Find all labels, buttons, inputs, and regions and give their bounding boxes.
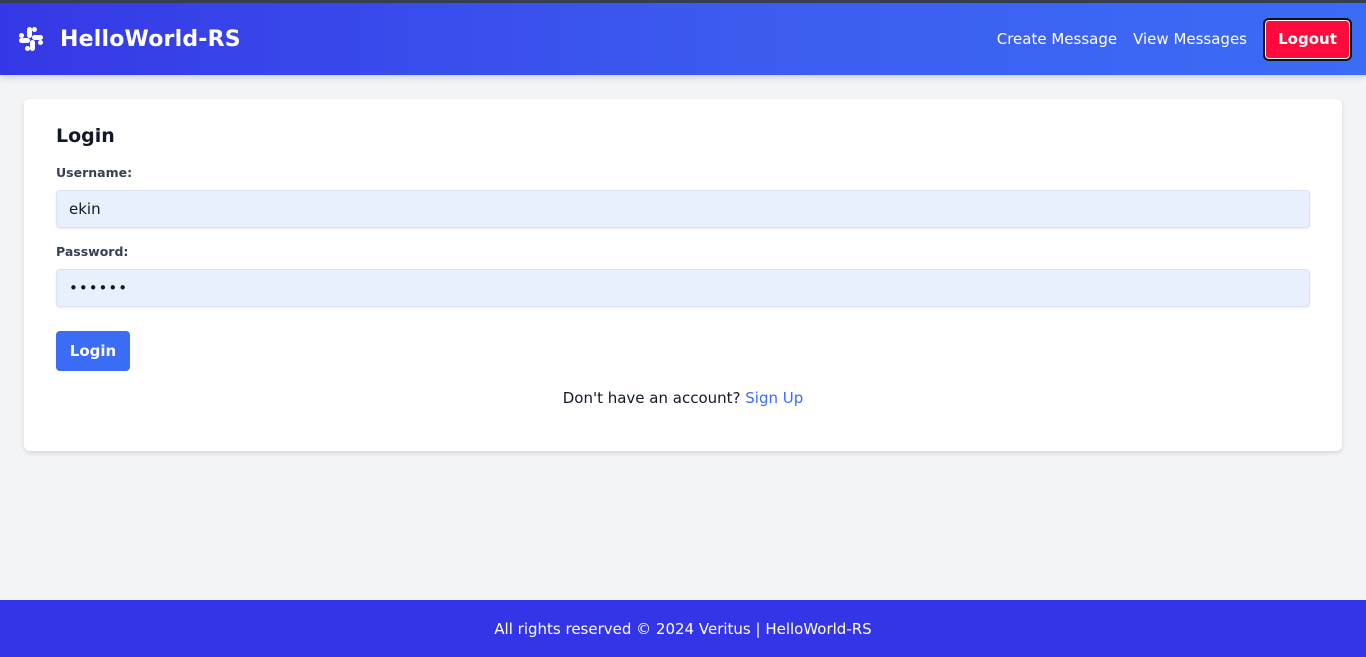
nav-link-create-message[interactable]: Create Message (997, 30, 1117, 48)
login-button[interactable]: Login (56, 331, 130, 371)
password-input[interactable] (56, 269, 1310, 307)
login-card: Login Username: Password: Login Don't ha… (24, 99, 1342, 451)
username-input[interactable] (56, 190, 1310, 228)
footer: All rights reserved © 2024 Veritus | Hel… (0, 600, 1366, 657)
signup-prompt-row: Don't have an account? Sign Up (56, 389, 1310, 407)
login-title: Login (56, 125, 115, 147)
brand[interactable]: HelloWorld-RS (18, 26, 241, 52)
navbar: HelloWorld-RS Create Message View Messag… (0, 3, 1366, 75)
slack-logo-icon (18, 26, 44, 52)
logout-button[interactable]: Logout (1263, 17, 1352, 61)
app-title: HelloWorld-RS (60, 26, 241, 52)
username-label: Username: (56, 165, 133, 180)
nav-links: Create Message View Messages Logout (981, 17, 1352, 61)
password-label: Password: (56, 244, 129, 259)
footer-text: All rights reserved © 2024 Veritus | Hel… (494, 619, 872, 638)
signup-link[interactable]: Sign Up (745, 389, 803, 407)
nav-link-view-messages[interactable]: View Messages (1133, 30, 1247, 48)
signup-prompt-text: Don't have an account? (562, 389, 741, 407)
